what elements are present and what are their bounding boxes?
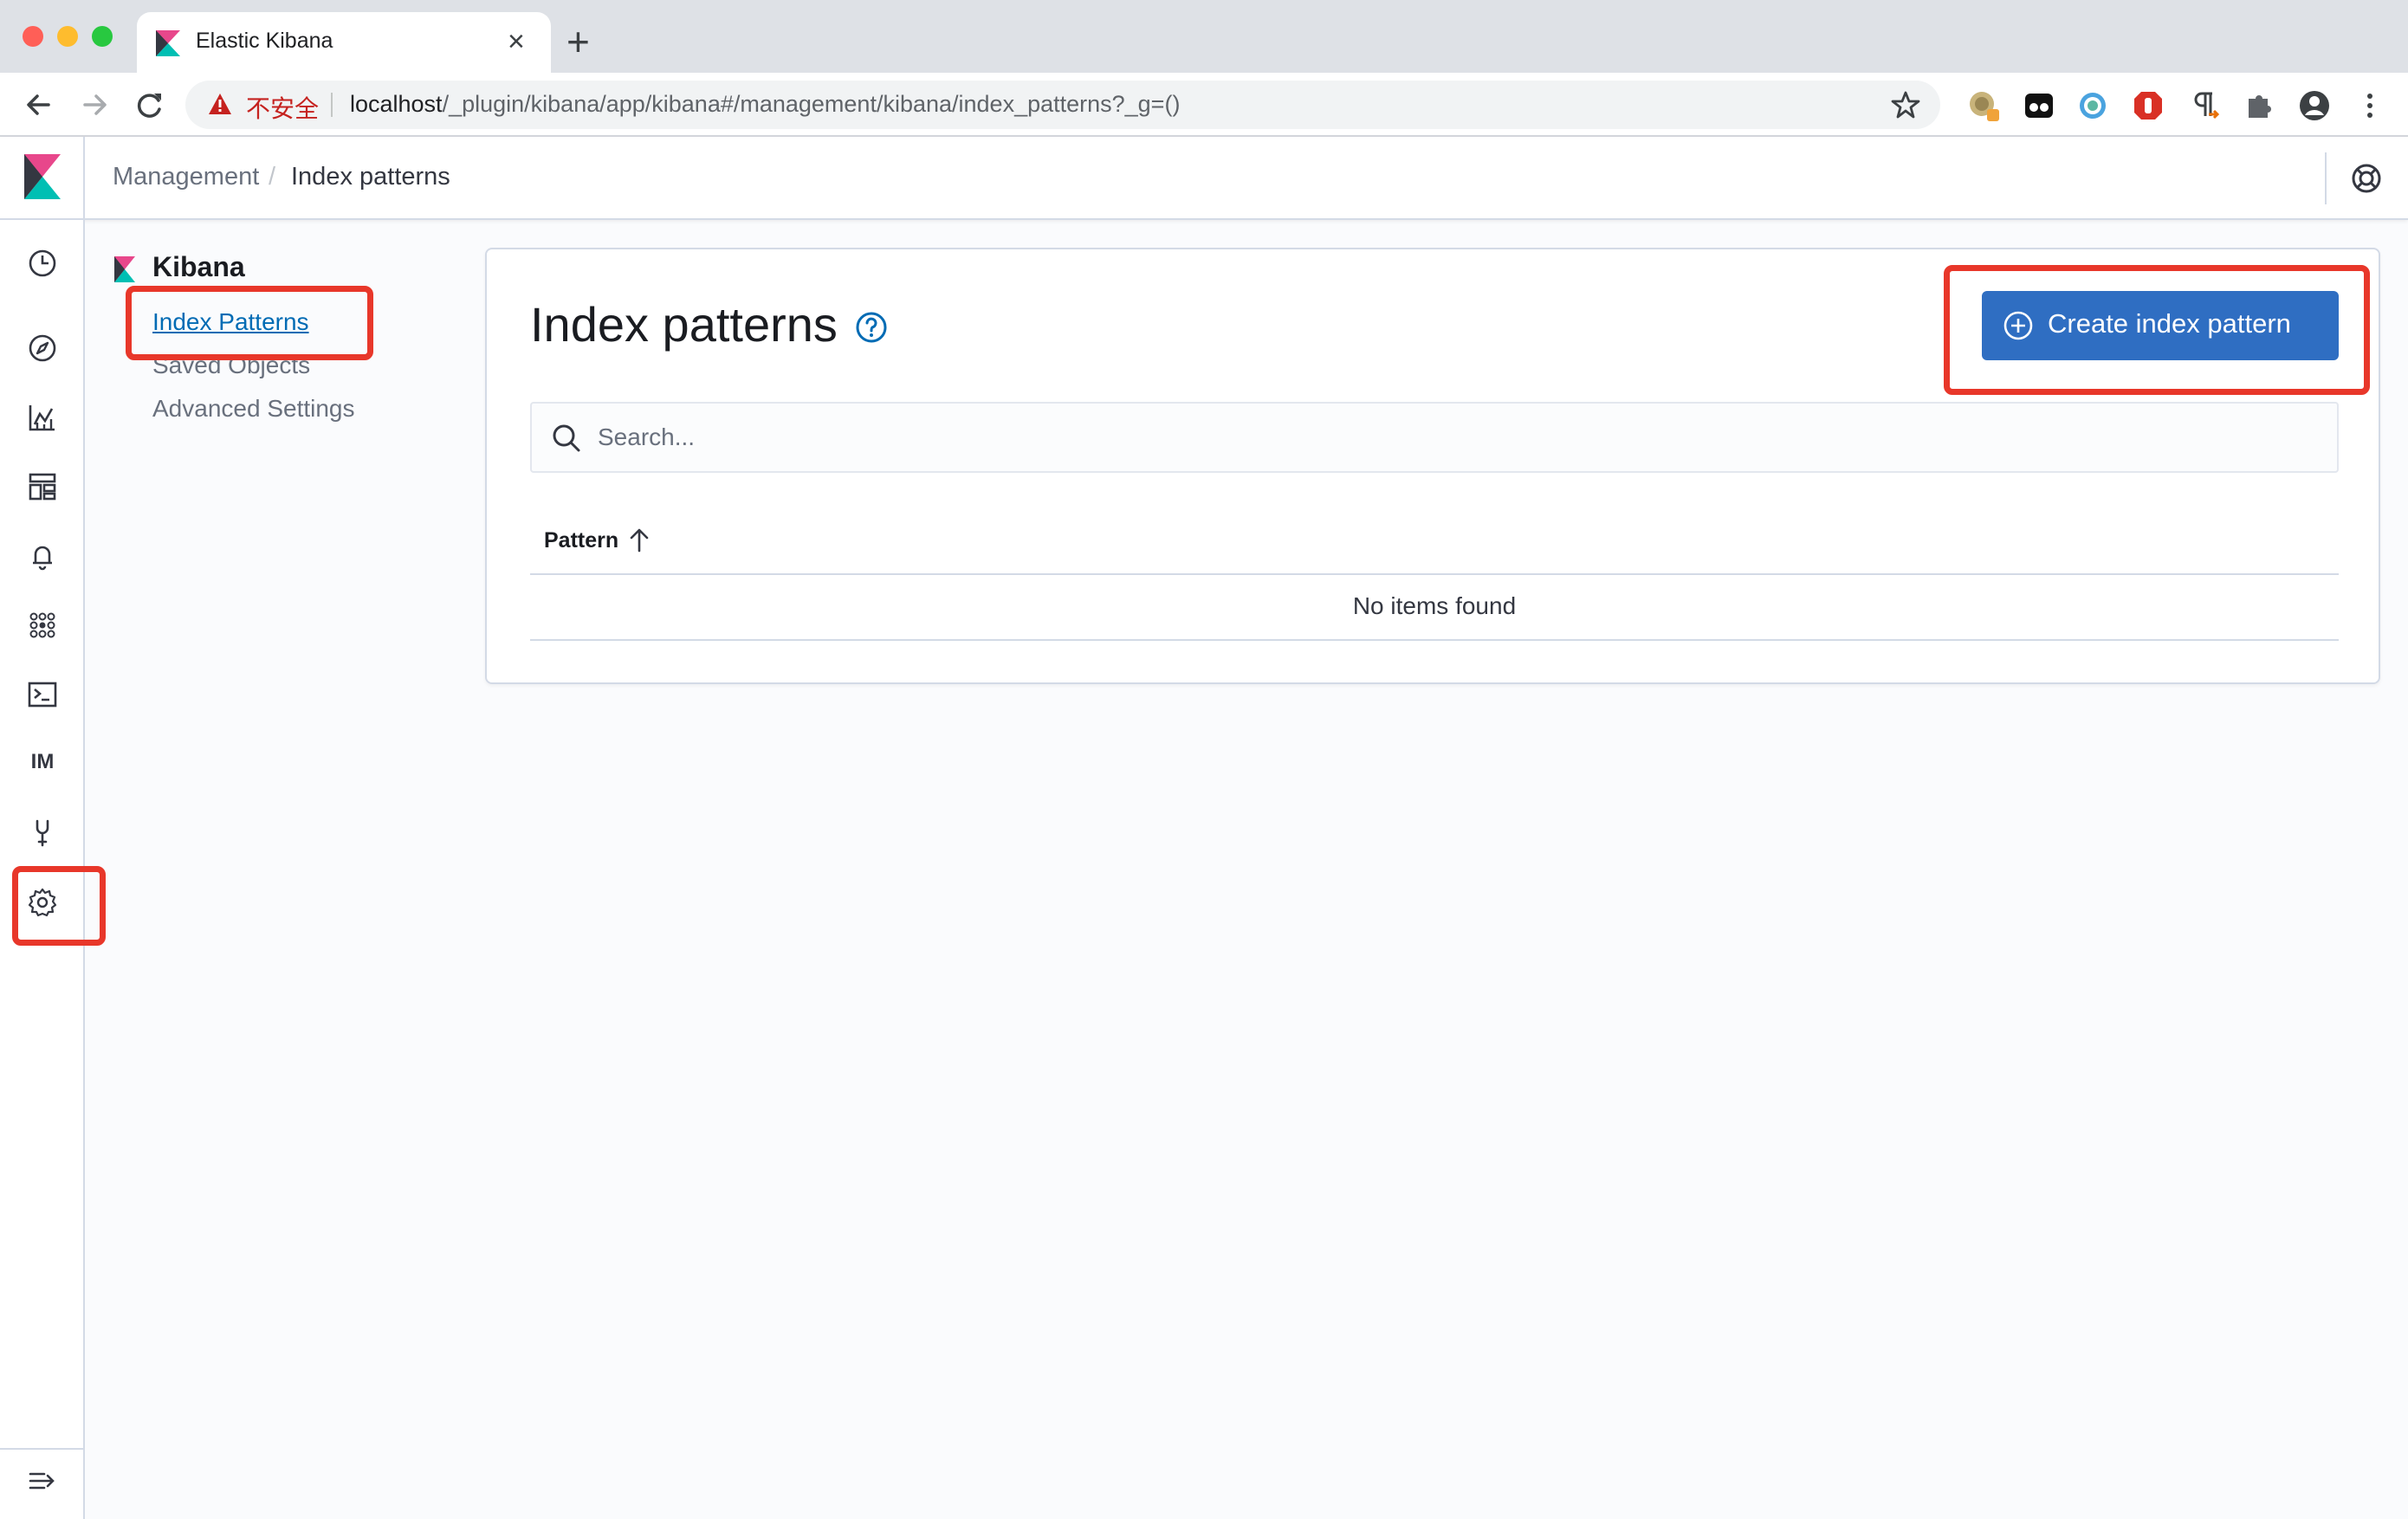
recently-viewed-clock-icon[interactable] [25,246,60,281]
table-header-divider [530,573,2339,575]
discover-compass-icon[interactable] [25,331,60,365]
minimize-window-button[interactable] [57,26,78,47]
dock-navigation-icon[interactable] [25,1464,60,1498]
kibana-logo-icon[interactable] [24,154,61,199]
empty-table-message: No items found [1352,592,1517,619]
index-management-label[interactable]: IM [19,750,66,774]
back-arrow-icon[interactable] [17,83,61,126]
not-secure-label[interactable]: 不安全 [246,90,319,125]
question-help-icon[interactable] [854,310,889,345]
sidenav-advanced-settings-link[interactable]: Advanced Settings [152,395,355,423]
wrench-icon[interactable] [25,816,60,850]
kibana-small-logo-icon [114,256,135,282]
url-text[interactable]: localhost/_plugin/kibana/app/kibana#/man… [350,91,1180,118]
extension-coin-icon[interactable] [1966,88,2001,123]
annotation-box-management-gear [12,866,106,946]
extension-shield-icon[interactable] [2131,88,2165,123]
browser-menu-icon[interactable] [2353,88,2387,123]
tab-close-icon[interactable]: × [508,23,525,61]
extension-pilcrow-icon[interactable] [2186,88,2221,123]
search-icon [553,424,580,452]
rail-divider [0,1448,83,1450]
tab-title: Elastic Kibana [196,29,333,53]
extension-glasses-icon[interactable] [2022,88,2056,123]
browser-tab-strip: Elastic Kibana × + [0,0,2408,74]
kibana-header: Management / Index patterns [0,137,2408,220]
breadcrumb-management[interactable]: Management [113,163,259,191]
extensions-puzzle-icon[interactable] [2242,88,2276,123]
dashboard-icon[interactable] [25,469,60,504]
forward-arrow-icon[interactable] [73,83,116,126]
help-lifebuoy-icon[interactable] [2349,161,2384,196]
machine-learning-grid-icon[interactable] [25,608,60,643]
breadcrumb-current: Index patterns [291,163,450,191]
bookmark-star-icon[interactable] [1888,87,1923,122]
warning-icon [209,94,231,114]
extension-eye-icon[interactable] [2075,88,2110,123]
browser-toolbar: 不安全 localhost/_plugin/kibana/app/kibana#… [0,73,2408,137]
column-header-pattern[interactable]: Pattern [544,528,618,553]
close-window-button[interactable] [23,26,43,47]
dev-tools-console-icon[interactable] [25,677,60,712]
profile-avatar-icon[interactable] [2297,88,2332,123]
zoom-window-button[interactable] [92,26,113,47]
table-bottom-divider [530,639,2339,641]
address-bar[interactable]: 不安全 localhost/_plugin/kibana/app/kibana#… [185,81,1940,129]
sidenav-title: Kibana [152,251,245,282]
visualize-chart-icon[interactable] [25,400,60,435]
page-title: Index patterns [530,297,838,352]
kibana-favicon-icon [156,30,180,56]
browser-tab[interactable]: Elastic Kibana × [137,12,551,74]
reload-icon[interactable] [128,83,172,126]
alerting-bell-icon[interactable] [25,539,60,573]
new-tab-button[interactable]: + [566,17,590,66]
search-field[interactable] [530,402,2339,473]
annotation-box-index-patterns [126,286,373,360]
header-divider-right [2325,152,2327,204]
address-divider [331,93,333,117]
search-input[interactable] [598,416,2313,459]
breadcrumb-separator: / [269,163,276,191]
sort-ascending-arrow-icon[interactable] [625,525,653,554]
header-divider [83,137,85,220]
annotation-box-create-button [1944,265,2370,395]
